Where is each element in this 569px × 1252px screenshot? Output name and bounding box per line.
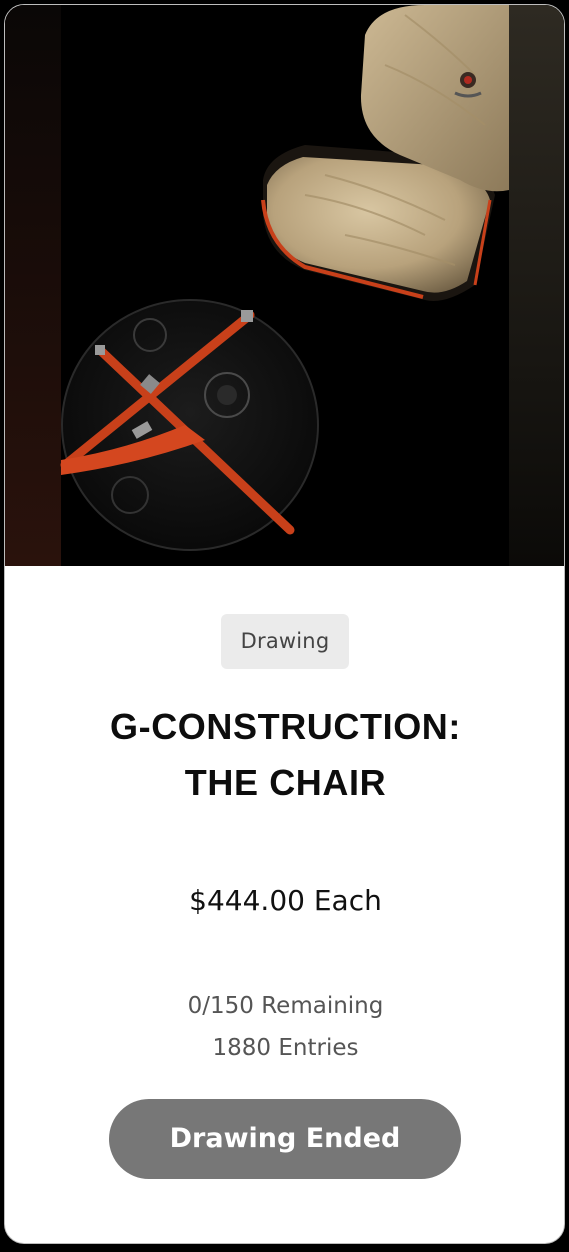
entries-count: 1880 Entries [212,1035,359,1061]
product-title: G-CONSTRUCTION: THE CHAIR [25,699,546,811]
remaining-count: 0/150 Remaining [187,993,384,1019]
drawing-stats: 0/150 Remaining 1880 Entries [25,985,546,1069]
product-title-line-1: G-CONSTRUCTION: [110,706,461,747]
product-title-line-2: THE CHAIR [184,762,387,803]
drawing-badge: Drawing [221,614,349,669]
chair-table-illustration [5,5,564,566]
product-price: $444.00 Each [189,884,382,917]
product-image [5,5,564,566]
product-card: Drawing G-CONSTRUCTION: THE CHAIR $444.0… [4,4,565,1244]
drawing-ended-button[interactable]: Drawing Ended [109,1099,461,1179]
table-shape [60,299,319,551]
